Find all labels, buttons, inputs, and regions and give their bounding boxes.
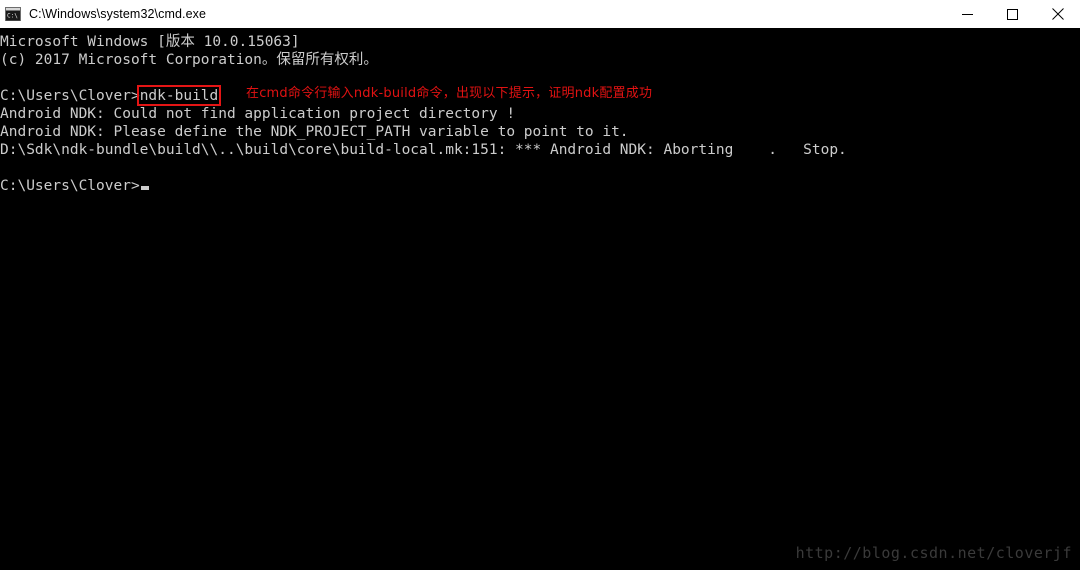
console-line: Microsoft Windows [版本 10.0.15063] [0,34,300,50]
console-prompt-line: C:\Users\Clover> [0,177,149,195]
text-cursor [140,186,149,190]
console-line: Android NDK: Please define the NDK_PROJE… [0,124,629,140]
cmd-window: C:\ C:\Windows\system32\cmd.exe Microsof… [0,0,1080,570]
minimize-button[interactable] [945,0,990,28]
annotation-text: 在cmd命令行输入ndk-build命令，出现以下提示，证明ndk配置成功 [246,86,653,101]
console-line: D:\Sdk\ndk-bundle\build\\..\build\core\b… [0,142,847,158]
window-controls [945,0,1080,28]
console-command-line: C:\Users\Clover>ndk-build [0,85,222,106]
title-bar[interactable]: C:\ C:\Windows\system32\cmd.exe [0,0,1080,28]
console-output-area[interactable]: Microsoft Windows [版本 10.0.15063] (c) 20… [0,28,1080,570]
ndk-build-command: ndk-build [136,85,222,106]
svg-text:C:\: C:\ [7,13,18,20]
maximize-button[interactable] [990,0,1035,28]
close-button[interactable] [1035,0,1080,28]
cmd-console-icon: C:\ [5,7,21,21]
prompt-text: C:\Users\Clover> [0,88,140,104]
command-text: ndk-build [139,88,219,104]
window-title: C:\Windows\system32\cmd.exe [29,7,207,21]
watermark-url: http://blog.csdn.net/cloverjf [795,544,1072,562]
console-line: (c) 2017 Microsoft Corporation。保留所有权利。 [0,52,378,68]
console-line: Android NDK: Could not find application … [0,106,516,122]
prompt-text: C:\Users\Clover> [0,178,140,194]
